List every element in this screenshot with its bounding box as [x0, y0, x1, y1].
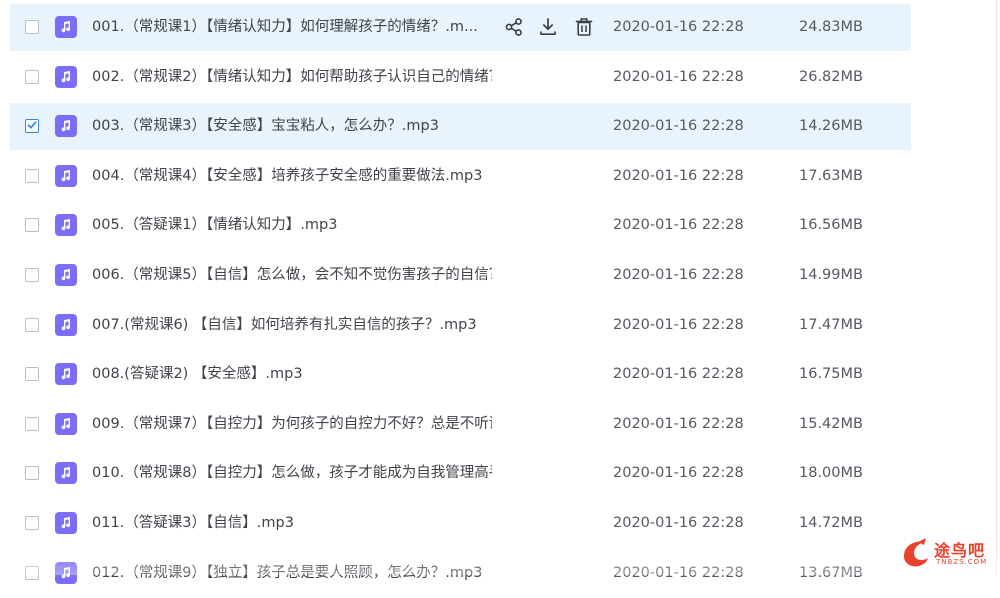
file-name[interactable]: 010.（常规课8）【自控力】怎么做，孩子才能成为自我管理高手？.mp3 [92, 449, 492, 498]
file-row[interactable]: 001.（常规课1）【情绪认知力】如何理解孩子的情绪？.m... 2020-01-… [0, 3, 1000, 53]
watermark-logo: 途鸟吧 TNBZS.COM [896, 534, 996, 572]
music-note-icon [55, 214, 77, 237]
file-size: 15.42MB [799, 415, 863, 432]
music-note-icon [55, 561, 77, 584]
row-checkbox[interactable] [25, 416, 39, 431]
watermark-subtext: TNBZS.COM [936, 558, 988, 566]
row-checkbox[interactable] [25, 367, 39, 382]
file-date: 2020-01-16 22:28 [613, 68, 744, 85]
file-row[interactable]: 009.（常规课7）【自控力】为何孩子的自控力不好？总是不听话，做不到... 20… [0, 400, 1000, 450]
file-size: 24.83MB [799, 19, 863, 35]
file-row[interactable]: 012.（常规课9）【独立】孩子总是要人照顾，怎么办？.mp3 2020-01-1… [0, 549, 1000, 598]
file-date: 2020-01-16 22:28 [613, 316, 744, 333]
file-list: 001.（常规课1）【情绪认知力】如何理解孩子的情绪？.m... 2020-01-… [0, 3, 1000, 598]
file-name[interactable]: 008.(答疑课2) 【安全感】.mp3 [92, 350, 492, 399]
file-row[interactable]: 010.（常规课8）【自控力】怎么做，孩子才能成为自我管理高手？.mp3 2020… [0, 449, 1000, 499]
file-date: 2020-01-16 22:28 [613, 465, 744, 482]
music-note-icon [55, 313, 77, 336]
share-icon[interactable] [503, 16, 525, 38]
file-date: 2020-01-16 22:28 [613, 266, 744, 283]
file-date: 2020-01-16 22:28 [613, 564, 744, 581]
file-name[interactable]: 009.（常规课7）【自控力】为何孩子的自控力不好？总是不听话，做不到... [92, 400, 492, 449]
row-checkbox[interactable] [25, 565, 39, 580]
file-row[interactable]: 002.（常规课2）【情绪认知力】如何帮助孩子认识自己的情绪？【www.... 2… [0, 53, 1000, 103]
file-date: 2020-01-16 22:28 [613, 167, 744, 184]
file-size: 14.99MB [799, 266, 863, 283]
music-note-icon [55, 363, 77, 386]
file-name[interactable]: 005.（答疑课1）【情绪认知力】.mp3 [92, 201, 492, 250]
row-checkbox[interactable] [25, 515, 39, 530]
file-name[interactable]: 007.(常规课6) 【自信】如何培养有扎实自信的孩子？.mp3 [92, 301, 492, 350]
music-note-icon [55, 462, 77, 485]
file-size: 14.72MB [799, 514, 863, 531]
file-size: 14.26MB [799, 118, 863, 135]
file-row[interactable]: 006.（常规课5）【自信】怎么做，会不知不觉伤害孩子的自信？.mp3 2020-… [0, 251, 1000, 301]
file-name[interactable]: 011.（答疑课3）【自信】.mp3 [92, 499, 492, 548]
music-note-icon [55, 412, 77, 435]
file-date: 2020-01-16 22:28 [613, 118, 744, 135]
file-row[interactable]: 007.(常规课6) 【自信】如何培养有扎实自信的孩子？.mp3 2020-01-… [0, 301, 1000, 351]
file-row[interactable]: 003.（常规课3）【安全感】宝宝粘人，怎么办？.mp3 2020-01-16 2… [0, 102, 1000, 152]
file-date: 2020-01-16 22:28 [613, 366, 744, 383]
music-note-icon [55, 65, 77, 88]
file-size: 16.56MB [799, 217, 863, 234]
file-date: 2020-01-16 22:28 [613, 514, 744, 531]
file-name[interactable]: 001.（常规课1）【情绪认知力】如何理解孩子的情绪？.m... [92, 3, 492, 52]
scroll-divider [996, 0, 997, 575]
file-name[interactable]: 006.（常规课5）【自信】怎么做，会不知不觉伤害孩子的自信？.mp3 [92, 251, 492, 300]
row-checkbox[interactable] [25, 20, 39, 34]
file-row[interactable]: 011.（答疑课3）【自信】.mp3 2020-01-16 22:28 14.72M… [0, 499, 1000, 549]
file-name[interactable]: 003.（常规课3）【安全感】宝宝粘人，怎么办？.mp3 [92, 102, 492, 151]
music-note-icon [55, 115, 77, 138]
file-row[interactable]: 008.(答疑课2) 【安全感】.mp3 2020-01-16 22:28 16.7… [0, 350, 1000, 400]
download-icon[interactable] [537, 16, 559, 38]
file-size: 26.82MB [799, 68, 863, 85]
file-date: 2020-01-16 22:28 [613, 19, 744, 35]
file-name[interactable]: 004.（常规课4）【安全感】培养孩子安全感的重要做法.mp3 [92, 152, 492, 201]
file-row[interactable]: 005.（答疑课1）【情绪认知力】.mp3 2020-01-16 22:28 16.… [0, 201, 1000, 251]
file-date: 2020-01-16 22:28 [613, 415, 744, 432]
row-checkbox[interactable] [25, 119, 39, 134]
music-note-icon [55, 164, 77, 187]
file-name[interactable]: 012.（常规课9）【独立】孩子总是要人照顾，怎么办？.mp3 [92, 549, 492, 598]
file-size: 17.63MB [799, 167, 863, 184]
watermark-bird-icon [904, 538, 928, 567]
trash-icon[interactable] [573, 16, 595, 38]
file-size: 17.47MB [799, 316, 863, 333]
row-checkbox[interactable] [25, 466, 39, 481]
row-checkbox[interactable] [25, 168, 39, 183]
file-size: 18.00MB [799, 465, 863, 482]
music-note-icon [55, 263, 77, 286]
file-row[interactable]: 004.（常规课4）【安全感】培养孩子安全感的重要做法.mp3 2020-01-1… [0, 152, 1000, 202]
row-checkbox[interactable] [25, 218, 39, 233]
music-note-icon [55, 511, 77, 534]
file-size: 16.75MB [799, 366, 863, 383]
file-size: 13.67MB [799, 564, 863, 581]
row-checkbox[interactable] [25, 317, 39, 332]
file-name[interactable]: 002.（常规课2）【情绪认知力】如何帮助孩子认识自己的情绪？【www.... [92, 53, 492, 102]
music-note-icon [55, 16, 77, 38]
file-date: 2020-01-16 22:28 [613, 217, 744, 234]
row-checkbox[interactable] [25, 69, 39, 84]
row-checkbox[interactable] [25, 267, 39, 282]
